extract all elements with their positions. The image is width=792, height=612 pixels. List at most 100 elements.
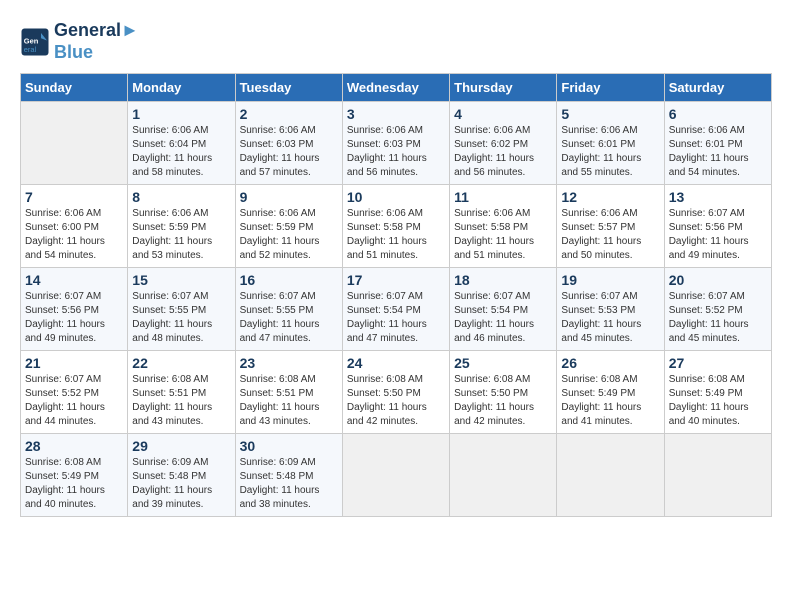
calendar-cell: 15 Sunrise: 6:07 AMSunset: 5:55 PMDayligh…	[128, 268, 235, 351]
day-number: 28	[25, 438, 123, 454]
day-info: Sunrise: 6:08 AMSunset: 5:51 PMDaylight:…	[240, 373, 338, 429]
calendar-table: SundayMondayTuesdayWednesdayThursdayFrid…	[20, 73, 772, 517]
day-number: 4	[454, 106, 552, 122]
calendar-cell	[342, 434, 449, 517]
day-info: Sunrise: 6:07 AMSunset: 5:56 PMDaylight:…	[25, 290, 123, 346]
day-info: Sunrise: 6:06 AMSunset: 6:01 PMDaylight:…	[561, 124, 659, 180]
day-info: Sunrise: 6:08 AMSunset: 5:49 PMDaylight:…	[25, 456, 123, 512]
day-info: Sunrise: 6:08 AMSunset: 5:50 PMDaylight:…	[454, 373, 552, 429]
calendar-cell: 3 Sunrise: 6:06 AMSunset: 6:03 PMDaylight…	[342, 102, 449, 185]
day-number: 21	[25, 355, 123, 371]
calendar-cell: 22Sunrise: 6:08 AMSunset: 5:51 PMDayligh…	[128, 351, 235, 434]
calendar-cell: 13 Sunrise: 6:07 AMSunset: 5:56 PMDayligh…	[664, 185, 771, 268]
calendar-week-3: 14 Sunrise: 6:07 AMSunset: 5:56 PMDayligh…	[21, 268, 772, 351]
day-info: Sunrise: 6:09 AMSunset: 5:48 PMDaylight:…	[240, 456, 338, 512]
day-number: 14	[25, 272, 123, 288]
calendar-cell	[557, 434, 664, 517]
day-number: 29	[132, 438, 230, 454]
day-info: Sunrise: 6:07 AMSunset: 5:52 PMDaylight:…	[25, 373, 123, 429]
day-number: 15	[132, 272, 230, 288]
calendar-cell: 23 Sunrise: 6:08 AMSunset: 5:51 PMDayligh…	[235, 351, 342, 434]
day-number: 26	[561, 355, 659, 371]
calendar-header: SundayMondayTuesdayWednesdayThursdayFrid…	[21, 74, 772, 102]
weekday-header-monday: Monday	[128, 74, 235, 102]
day-info: Sunrise: 6:07 AMSunset: 5:54 PMDaylight:…	[454, 290, 552, 346]
weekday-header-friday: Friday	[557, 74, 664, 102]
weekday-header-tuesday: Tuesday	[235, 74, 342, 102]
calendar-week-1: 1 Sunrise: 6:06 AMSunset: 6:04 PMDaylight…	[21, 102, 772, 185]
calendar-cell: 19 Sunrise: 6:07 AMSunset: 5:53 PMDayligh…	[557, 268, 664, 351]
day-number: 17	[347, 272, 445, 288]
day-info: Sunrise: 6:06 AMSunset: 5:58 PMDaylight:…	[347, 207, 445, 263]
day-number: 8	[132, 189, 230, 205]
day-info: Sunrise: 6:08 AMSunset: 5:49 PMDaylight:…	[561, 373, 659, 429]
day-number: 6	[669, 106, 767, 122]
calendar-week-5: 28 Sunrise: 6:08 AMSunset: 5:49 PMDayligh…	[21, 434, 772, 517]
day-info: Sunrise: 6:09 AMSunset: 5:48 PMDaylight:…	[132, 456, 230, 512]
logo-text: General► Blue	[54, 20, 139, 63]
page-header: Gen eral General► Blue	[20, 20, 772, 63]
day-number: 10	[347, 189, 445, 205]
weekday-header-wednesday: Wednesday	[342, 74, 449, 102]
day-number: 12	[561, 189, 659, 205]
day-number: 3	[347, 106, 445, 122]
calendar-cell: 2Sunrise: 6:06 AMSunset: 6:03 PMDaylight…	[235, 102, 342, 185]
day-info: Sunrise: 6:07 AMSunset: 5:55 PMDaylight:…	[240, 290, 338, 346]
day-number: 9	[240, 189, 338, 205]
calendar-cell	[21, 102, 128, 185]
day-number: 16	[240, 272, 338, 288]
calendar-cell: 25 Sunrise: 6:08 AMSunset: 5:50 PMDayligh…	[450, 351, 557, 434]
calendar-cell: 21 Sunrise: 6:07 AMSunset: 5:52 PMDayligh…	[21, 351, 128, 434]
day-number: 27	[669, 355, 767, 371]
day-number: 24	[347, 355, 445, 371]
calendar-cell: 9 Sunrise: 6:06 AMSunset: 5:59 PMDaylight…	[235, 185, 342, 268]
calendar-week-2: 7Sunrise: 6:06 AMSunset: 6:00 PMDaylight…	[21, 185, 772, 268]
day-info: Sunrise: 6:06 AMSunset: 5:59 PMDaylight:…	[240, 207, 338, 263]
day-info: Sunrise: 6:06 AMSunset: 6:03 PMDaylight:…	[347, 124, 445, 180]
calendar-cell: 28 Sunrise: 6:08 AMSunset: 5:49 PMDayligh…	[21, 434, 128, 517]
day-info: Sunrise: 6:06 AMSunset: 6:04 PMDaylight:…	[132, 124, 230, 180]
calendar-cell: 24 Sunrise: 6:08 AMSunset: 5:50 PMDayligh…	[342, 351, 449, 434]
day-number: 18	[454, 272, 552, 288]
weekday-header-row: SundayMondayTuesdayWednesdayThursdayFrid…	[21, 74, 772, 102]
day-info: Sunrise: 6:06 AMSunset: 6:00 PMDaylight:…	[25, 207, 123, 263]
day-number: 23	[240, 355, 338, 371]
day-info: Sunrise: 6:07 AMSunset: 5:53 PMDaylight:…	[561, 290, 659, 346]
calendar-cell: 16 Sunrise: 6:07 AMSunset: 5:55 PMDayligh…	[235, 268, 342, 351]
calendar-cell: 10 Sunrise: 6:06 AMSunset: 5:58 PMDayligh…	[342, 185, 449, 268]
day-info: Sunrise: 6:08 AMSunset: 5:49 PMDaylight:…	[669, 373, 767, 429]
day-info: Sunrise: 6:07 AMSunset: 5:52 PMDaylight:…	[669, 290, 767, 346]
calendar-cell: 27 Sunrise: 6:08 AMSunset: 5:49 PMDayligh…	[664, 351, 771, 434]
calendar-cell: 12 Sunrise: 6:06 AMSunset: 5:57 PMDayligh…	[557, 185, 664, 268]
weekday-header-saturday: Saturday	[664, 74, 771, 102]
weekday-header-thursday: Thursday	[450, 74, 557, 102]
day-number: 2	[240, 106, 338, 122]
calendar-cell	[664, 434, 771, 517]
day-number: 25	[454, 355, 552, 371]
calendar-cell: 5 Sunrise: 6:06 AMSunset: 6:01 PMDaylight…	[557, 102, 664, 185]
calendar-cell: 20Sunrise: 6:07 AMSunset: 5:52 PMDayligh…	[664, 268, 771, 351]
day-number: 1	[132, 106, 230, 122]
day-number: 13	[669, 189, 767, 205]
svg-text:eral: eral	[24, 44, 37, 53]
day-info: Sunrise: 6:08 AMSunset: 5:51 PMDaylight:…	[132, 373, 230, 429]
calendar-cell: 29 Sunrise: 6:09 AMSunset: 5:48 PMDayligh…	[128, 434, 235, 517]
day-info: Sunrise: 6:06 AMSunset: 5:57 PMDaylight:…	[561, 207, 659, 263]
day-info: Sunrise: 6:06 AMSunset: 5:59 PMDaylight:…	[132, 207, 230, 263]
calendar-cell: 11Sunrise: 6:06 AMSunset: 5:58 PMDayligh…	[450, 185, 557, 268]
calendar-cell: 7Sunrise: 6:06 AMSunset: 6:00 PMDaylight…	[21, 185, 128, 268]
day-info: Sunrise: 6:06 AMSunset: 6:02 PMDaylight:…	[454, 124, 552, 180]
calendar-cell: 26 Sunrise: 6:08 AMSunset: 5:49 PMDayligh…	[557, 351, 664, 434]
day-number: 30	[240, 438, 338, 454]
day-number: 19	[561, 272, 659, 288]
logo: Gen eral General► Blue	[20, 20, 139, 63]
day-info: Sunrise: 6:07 AMSunset: 5:55 PMDaylight:…	[132, 290, 230, 346]
day-number: 5	[561, 106, 659, 122]
calendar-cell: 17 Sunrise: 6:07 AMSunset: 5:54 PMDayligh…	[342, 268, 449, 351]
logo-icon: Gen eral	[20, 27, 50, 57]
weekday-header-sunday: Sunday	[21, 74, 128, 102]
day-info: Sunrise: 6:07 AMSunset: 5:56 PMDaylight:…	[669, 207, 767, 263]
day-info: Sunrise: 6:08 AMSunset: 5:50 PMDaylight:…	[347, 373, 445, 429]
day-info: Sunrise: 6:07 AMSunset: 5:54 PMDaylight:…	[347, 290, 445, 346]
calendar-cell: 4 Sunrise: 6:06 AMSunset: 6:02 PMDaylight…	[450, 102, 557, 185]
